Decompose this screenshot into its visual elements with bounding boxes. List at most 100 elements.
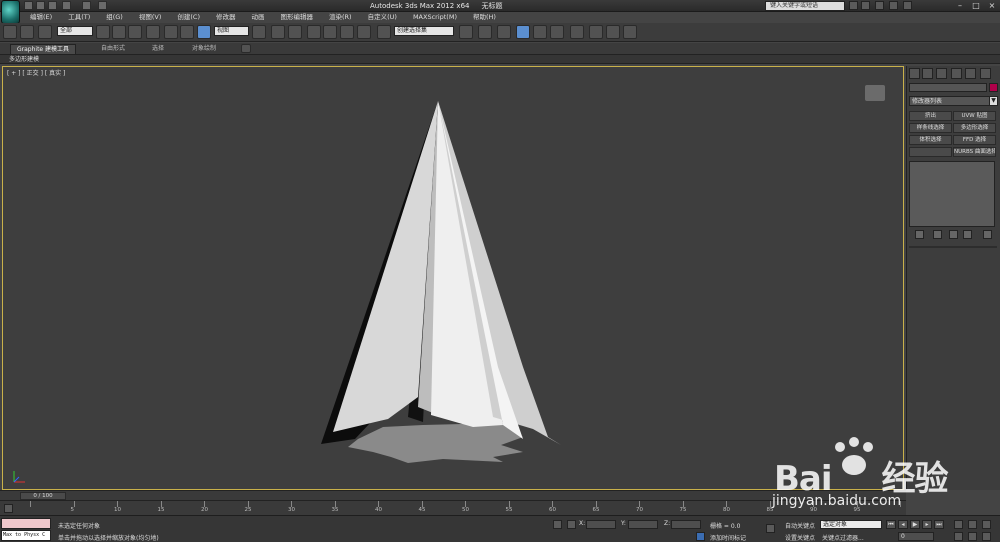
percent-snap-icon[interactable] [340, 25, 354, 39]
link-icon[interactable] [3, 25, 17, 39]
select-object-icon[interactable] [96, 25, 110, 39]
select-by-name-icon[interactable] [112, 25, 126, 39]
orbit-icon[interactable] [982, 532, 991, 541]
time-slider-thumb[interactable]: 0 / 100 [20, 492, 66, 500]
search-icon[interactable] [849, 1, 858, 10]
configure-sets-icon[interactable] [983, 230, 992, 239]
graphite-toggle-icon[interactable] [516, 25, 530, 39]
align-icon[interactable] [478, 25, 492, 39]
tab-object-paint[interactable]: 对象绘制 [186, 44, 222, 54]
absolute-mode-icon[interactable] [567, 520, 576, 529]
mod-poly-select-button[interactable]: 多边形选择 [953, 123, 996, 133]
search-input[interactable]: 键入关键字或短语 [765, 1, 845, 11]
schematic-view-icon[interactable] [550, 25, 564, 39]
object-color-swatch[interactable] [989, 83, 998, 92]
close-icon[interactable]: × [984, 0, 1000, 11]
motion-tab-icon[interactable] [951, 68, 962, 79]
mod-nurbs-select-button[interactable]: NURBS 曲面选择 [953, 147, 996, 157]
lock-selection-icon[interactable] [553, 520, 562, 529]
layer-manager-icon[interactable] [497, 25, 511, 39]
z-coord-field[interactable] [671, 520, 701, 529]
remove-modifier-icon[interactable] [963, 230, 972, 239]
mod-ffd-select-button[interactable]: FFD 选择 [953, 135, 996, 145]
menu-group[interactable]: 组(G) [98, 12, 131, 23]
help-dropdown-icon[interactable] [903, 1, 912, 10]
tab-selection[interactable]: 选择 [146, 44, 170, 54]
menu-create[interactable]: 创建(C) [169, 12, 208, 23]
field-of-view-icon[interactable] [954, 532, 963, 541]
reference-coord-select[interactable]: 视图 [214, 26, 249, 36]
y-coord-field[interactable] [628, 520, 658, 529]
mod-empty-button[interactable] [909, 147, 952, 157]
key-icon[interactable] [766, 524, 775, 533]
menu-maxscript[interactable]: MAXScript(M) [405, 12, 465, 23]
pin-stack-icon[interactable] [915, 230, 924, 239]
mod-volume-select-button[interactable]: 体积选择 [909, 135, 952, 145]
goto-end-icon[interactable]: ⏭ [934, 520, 944, 529]
menu-rendering[interactable]: 渲染(R) [321, 12, 360, 23]
pivot-center-icon[interactable] [252, 25, 266, 39]
menu-edit[interactable]: 编辑(E) [22, 12, 60, 23]
viewport[interactable]: [ + ] [ 正交 ] [ 真实 ] [2, 66, 904, 490]
menu-modifiers[interactable]: 修改器 [208, 12, 244, 23]
menu-graph-editors[interactable]: 图形编辑器 [273, 12, 322, 23]
utilities-tab-icon[interactable] [980, 68, 991, 79]
named-selection-select[interactable]: 创建选择集 [394, 26, 454, 36]
open-file-icon[interactable] [36, 1, 45, 10]
create-tab-icon[interactable] [909, 68, 920, 79]
key-mode-select[interactable]: 选定对象 [820, 520, 882, 529]
curve-editor-icon[interactable] [533, 25, 547, 39]
modifier-list-select[interactable]: 修改器列表 [909, 96, 997, 106]
undo-icon[interactable] [62, 1, 71, 10]
ribbon-options-icon[interactable] [241, 44, 251, 53]
x-coord-field[interactable] [586, 520, 616, 529]
rect-selection-icon[interactable] [128, 25, 142, 39]
mini-curve-editor-icon[interactable] [4, 504, 13, 513]
menu-animation[interactable]: 动画 [244, 12, 273, 23]
angle-snap-icon[interactable] [323, 25, 337, 39]
set-key-button[interactable]: 设置关键点 [785, 533, 815, 542]
add-time-tag[interactable]: 添加时间标记 [710, 533, 746, 542]
key-filters-button[interactable]: 关键点过滤器... [822, 533, 864, 542]
spinner-snap-icon[interactable] [357, 25, 371, 39]
mod-uvw-map-button[interactable]: UVW 贴图 [953, 111, 996, 121]
window-crossing-icon[interactable] [146, 25, 160, 39]
zoom-icon[interactable] [954, 520, 963, 529]
auto-key-button[interactable]: 自动关键点 [785, 521, 815, 530]
mod-extrude-button[interactable]: 挤出 [909, 111, 952, 121]
zoom-extents-icon[interactable] [982, 520, 991, 529]
app-logo-icon[interactable] [1, 0, 20, 24]
maximize-icon[interactable]: □ [968, 0, 984, 11]
star-icon[interactable] [875, 1, 884, 10]
maxscript-mini-field[interactable]: Max to Physx C [1, 530, 51, 541]
make-unique-icon[interactable] [949, 230, 958, 239]
pan-icon[interactable] [968, 532, 977, 541]
save-file-icon[interactable] [48, 1, 57, 10]
object-name-field[interactable] [909, 83, 987, 92]
mod-spline-select-button[interactable]: 样条线选择 [909, 123, 952, 133]
keyboard-shortcut-icon[interactable] [288, 25, 302, 39]
next-frame-icon[interactable]: ▸ [922, 520, 932, 529]
infocenter-icon[interactable] [861, 1, 870, 10]
chevron-down-icon[interactable]: ▼ [989, 96, 998, 106]
select-manipulate-icon[interactable] [271, 25, 285, 39]
menu-tools[interactable]: 工具(T) [60, 12, 98, 23]
prev-frame-icon[interactable]: ◂ [898, 520, 908, 529]
help-icon[interactable] [889, 1, 898, 10]
rotate-icon[interactable] [180, 25, 194, 39]
minimize-icon[interactable]: – [952, 0, 968, 11]
ribbon-sub-label[interactable]: 多边形建模 [9, 55, 39, 64]
selection-filter-select[interactable]: 全部 [57, 26, 93, 36]
rendered-frame-icon[interactable] [606, 25, 620, 39]
move-icon[interactable] [164, 25, 178, 39]
show-end-result-icon[interactable] [933, 230, 942, 239]
menu-views[interactable]: 视图(V) [131, 12, 170, 23]
bind-space-warp-icon[interactable] [38, 25, 52, 39]
quick-access-dropdown-icon[interactable] [98, 1, 107, 10]
unlink-icon[interactable] [20, 25, 34, 39]
render-production-icon[interactable] [623, 25, 637, 39]
render-setup-icon[interactable] [589, 25, 603, 39]
current-frame-field[interactable]: 0 [898, 532, 934, 541]
time-tag-icon[interactable] [696, 532, 705, 541]
redo-icon[interactable] [82, 1, 91, 10]
